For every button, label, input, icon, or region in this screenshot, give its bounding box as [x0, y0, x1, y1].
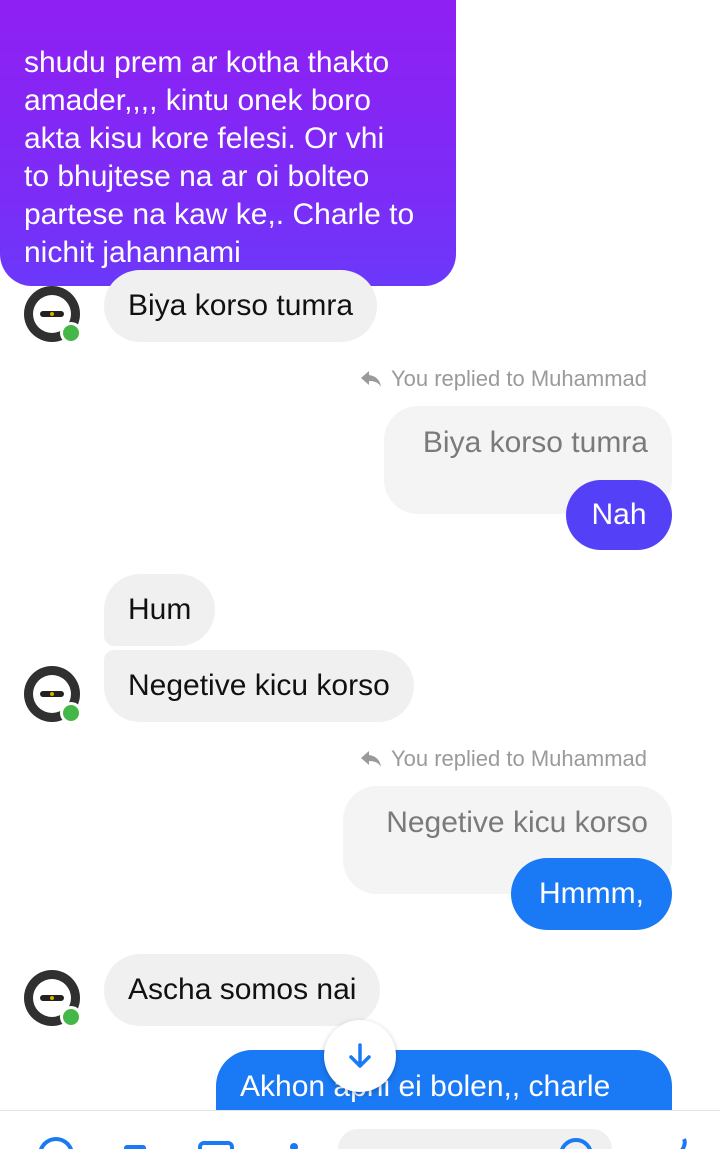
message-line: amader,,,, kintu onek boro	[24, 84, 371, 117]
quoted-text: Negetive kicu korso	[386, 806, 648, 839]
composer-bar	[0, 1110, 720, 1149]
menu-icon[interactable]	[38, 1137, 74, 1149]
message-line: shudu prem ar kotha thakto	[24, 46, 390, 79]
contact-avatar[interactable]	[24, 666, 82, 724]
sent-message-long[interactable]: shudu prem ar kotha thakto amader,,,, ki…	[0, 0, 456, 286]
message-line: akta kisu kore felesi. Or vhi	[24, 122, 385, 155]
microphone-icon[interactable]	[284, 1137, 304, 1149]
message-line: partese na kaw ke,. Charle to	[24, 198, 415, 231]
sent-message[interactable]: Nah	[566, 480, 672, 550]
message-text: Akhon apni ei bolen,, charle	[240, 1070, 611, 1103]
message-text: Hum	[128, 593, 192, 626]
incoming-message[interactable]: Hum	[104, 574, 216, 646]
like-icon[interactable]	[670, 1135, 700, 1149]
online-status-dot	[60, 702, 82, 724]
contact-avatar[interactable]	[24, 286, 82, 344]
arrow-down-icon	[349, 1043, 371, 1068]
quoted-text: Biya korso tumra	[422, 426, 648, 459]
message-text: Negetive kicu korso	[128, 669, 390, 702]
sent-message[interactable]: Hmmm,	[511, 858, 672, 930]
replied-indicator: You replied to Muhammad	[359, 746, 647, 772]
reply-arrow-icon	[360, 751, 381, 767]
message-text: Ascha somos nai	[128, 973, 357, 1006]
replied-label: You replied to Muhammad	[390, 366, 647, 391]
scroll-to-bottom-button[interactable]	[324, 1020, 396, 1092]
message-line: to bhujtese na ar oi bolteo	[24, 160, 370, 193]
message-text: Nah	[591, 498, 647, 531]
emoji-icon[interactable]	[556, 1135, 596, 1149]
replied-indicator: You replied to Muhammad	[359, 366, 647, 392]
incoming-message[interactable]: Negetive kicu korso	[104, 650, 414, 722]
replied-label: You replied to Muhammad	[390, 746, 647, 771]
online-status-dot	[60, 1006, 82, 1028]
gallery-icon[interactable]	[196, 1137, 236, 1149]
message-text: Hmmm,	[539, 877, 644, 910]
incoming-message[interactable]: Biya korso tumra	[104, 270, 378, 342]
contact-avatar[interactable]	[24, 970, 82, 1028]
reply-arrow-icon	[360, 371, 381, 387]
online-status-dot	[60, 322, 82, 344]
message-text: Biya korso tumra	[128, 289, 354, 322]
incoming-message[interactable]: Ascha somos nai	[104, 954, 381, 1026]
message-line: nichit jahannami	[24, 236, 241, 269]
camera-icon[interactable]	[120, 1137, 150, 1149]
